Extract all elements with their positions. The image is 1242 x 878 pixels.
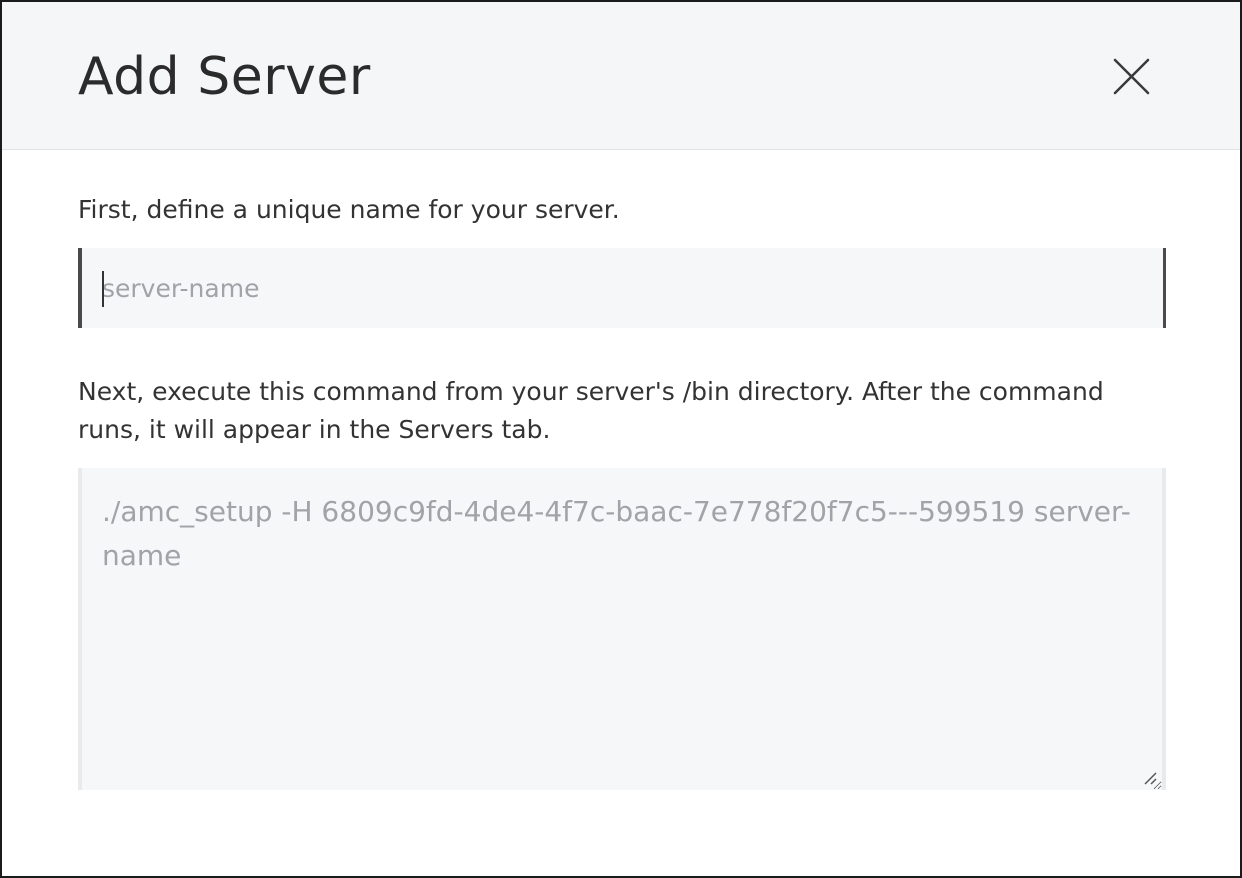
add-server-dialog: Add Server First, define a unique name f… [0, 0, 1242, 878]
text-cursor [102, 271, 104, 307]
resize-handle-icon[interactable] [1142, 770, 1158, 786]
server-name-instruction: First, define a unique name for your ser… [78, 195, 620, 224]
dialog-header: Add Server [2, 2, 1240, 150]
setup-command-textarea[interactable]: ./amc_setup -H 6809c9fd-4de4-4f7c-baac-7… [78, 468, 1166, 790]
close-button[interactable] [1106, 51, 1154, 99]
dialog-title: Add Server [78, 47, 371, 107]
close-icon [1113, 58, 1150, 95]
server-name-input[interactable] [78, 248, 1166, 328]
command-instruction: Next, execute this command from your ser… [78, 377, 1104, 444]
